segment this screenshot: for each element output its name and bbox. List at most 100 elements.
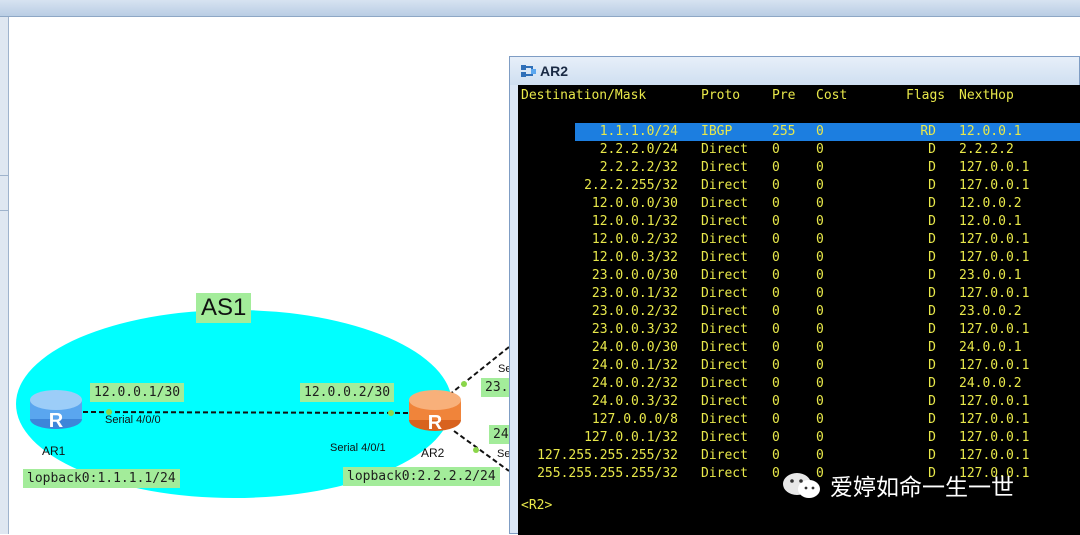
route-pre: 0 [772,178,780,193]
route-proto: Direct [701,358,748,373]
route-cost: 0 [816,358,824,373]
link-ar1-ar2 [74,411,420,414]
route-nexthop: 2.2.2.2 [959,142,1014,157]
route-dest: 12.0.0.0/30 [591,196,678,211]
route-cost: 0 [816,394,824,409]
route-cost: 0 [816,376,824,391]
route-cost: 0 [816,142,824,157]
route-nexthop: 24.0.0.2 [959,376,1022,391]
routing-table-header: Destination/Mask Proto Pre Cost Flags Ne… [518,87,1080,105]
route-flags: D [928,340,936,355]
route-dest: 23.0.0.2/32 [591,304,678,319]
route-cost: 0 [816,412,824,427]
ar2-ip-label: 12.0.0.2/30 [300,383,395,402]
route-row: 2.2.2.0/24 Direct 0 0 D 2.2.2.2 [518,141,1080,159]
route-nexthop: 127.0.0.1 [959,358,1030,373]
route-cost: 0 [816,448,824,463]
route-row: 23.0.0.1/32 Direct 0 0 D 127.0.0.1 [518,285,1080,303]
route-pre: 0 [772,214,780,229]
route-proto: IBGP [701,124,733,139]
route-row: 2.2.2.255/32 Direct 0 0 D 127.0.0.1 [518,177,1080,195]
route-row: 127.0.0.1/32 Direct 0 0 D 127.0.0.1 [518,429,1080,447]
route-dest: 24.0.0.3/32 [591,394,678,409]
route-flags: RD [920,124,936,139]
route-proto: Direct [701,178,748,193]
route-row: 127.0.0.0/8 Direct 0 0 D 127.0.0.1 [518,411,1080,429]
route-proto: Direct [701,466,748,481]
route-flags: D [928,394,936,409]
route-dest: 23.0.0.1/32 [591,286,678,301]
ar1-router-icon: R [30,390,82,432]
route-proto: Direct [701,340,748,355]
route-flags: D [928,232,936,247]
route-flags: D [928,268,936,283]
route-cost: 0 [816,430,824,445]
route-proto: Direct [701,214,748,229]
port-dot [461,381,467,387]
route-proto: Direct [701,322,748,337]
route-pre: 0 [772,232,780,247]
terminal-title: AR2 [540,63,569,79]
route-pre: 0 [772,286,780,301]
route-cost: 0 [816,124,824,139]
route-pre: 0 [772,430,780,445]
route-nexthop: 12.0.0.1 [959,214,1022,229]
route-nexthop: 127.0.0.1 [959,250,1030,265]
route-row: 23.0.0.0/30 Direct 0 0 D 23.0.0.1 [518,267,1080,285]
route-pre: 0 [772,196,780,211]
svg-text:R: R [49,410,64,432]
route-dest: 12.0.0.2/32 [591,232,678,247]
header-pre: Pre [772,88,796,103]
route-dest: 127.255.255.255/32 [537,448,678,463]
route-pre: 0 [772,304,780,319]
route-nexthop: 127.0.0.1 [959,412,1030,427]
route-flags: D [928,448,936,463]
route-cost: 0 [816,268,824,283]
route-dest: 24.0.0.1/32 [591,358,678,373]
route-cost: 0 [816,178,824,193]
route-dest: 127.0.0.0/8 [591,412,678,427]
route-nexthop: 24.0.0.1 [959,340,1022,355]
route-row: 2.2.2.2/32 Direct 0 0 D 127.0.0.1 [518,159,1080,177]
route-dest: 1.1.1.0/24 [599,124,678,139]
route-row: 127.255.255.255/32 Direct 0 0 D 127.0.0.1 [518,447,1080,465]
route-pre: 0 [772,268,780,283]
route-pre: 0 [772,322,780,337]
route-row: 23.0.0.2/32 Direct 0 0 D 23.0.0.2 [518,303,1080,321]
route-nexthop: 127.0.0.1 [959,232,1030,247]
ar1-ip-label: 12.0.0.1/30 [90,383,185,402]
route-cost: 0 [816,214,824,229]
route-dest: 23.0.0.3/32 [591,322,678,337]
route-cost: 0 [816,340,824,355]
header-flags: Flags [906,88,946,103]
route-proto: Direct [701,232,748,247]
route-pre: 0 [772,142,780,157]
route-pre: 0 [772,466,780,481]
app-top-bar [0,0,1080,17]
route-flags: D [928,322,936,337]
ar2-interface-label: Serial 4/0/1 [330,442,386,454]
wechat-icon [783,473,820,498]
route-proto: Direct [701,376,748,391]
route-nexthop: 12.0.0.2 [959,196,1022,211]
route-flags: D [928,196,936,211]
route-cost: 0 [816,196,824,211]
route-row: 12.0.0.2/32 Direct 0 0 D 127.0.0.1 [518,231,1080,249]
route-proto: Direct [701,286,748,301]
route-dest: 2.2.2.255/32 [584,178,678,193]
terminal-prompt: <R2> [521,498,553,513]
route-proto: Direct [701,196,748,211]
terminal-window[interactable]: AR2 Destination/Mask Proto Pre Cost Flag… [509,56,1080,535]
terminal-titlebar[interactable]: AR2 [510,57,1079,85]
route-cost: 0 [816,232,824,247]
route-proto: Direct [701,142,748,157]
route-proto: Direct [701,430,748,445]
route-pre: 0 [772,160,780,175]
ar3-ip-label-partial: 23. [481,378,513,397]
ar2-loopback-label: lopback0:2.2.2.2/24 [343,467,500,486]
header-proto: Proto [701,88,741,103]
route-cost: 0 [816,322,824,337]
route-dest: 127.0.0.1/32 [584,430,678,445]
header-cost: Cost [816,88,848,103]
route-row: 24.0.0.2/32 Direct 0 0 D 24.0.0.2 [518,375,1080,393]
